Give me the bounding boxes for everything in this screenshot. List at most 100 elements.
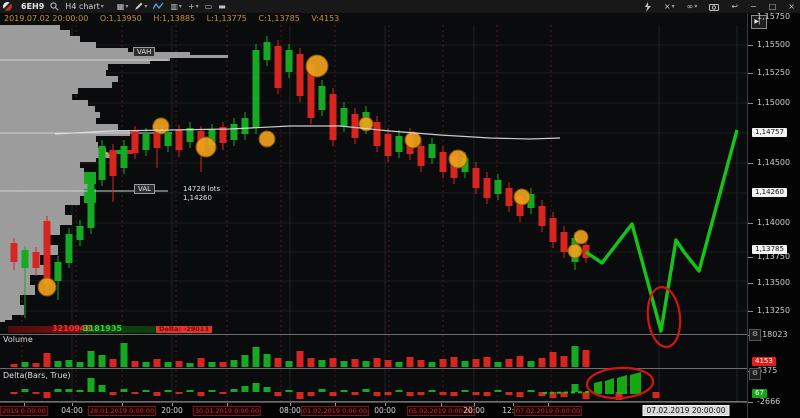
delta-bar: [253, 383, 260, 392]
pane-settings-gear-icon[interactable]: ⚙: [749, 329, 761, 341]
volume-bar: [308, 358, 315, 367]
volume-bar: [77, 362, 84, 367]
candle: [440, 152, 447, 172]
delta-bar: [506, 392, 513, 395]
candle: [88, 178, 95, 228]
volume-bar: [330, 358, 337, 367]
chart-window: 2019.07.02 20:00:00 O:1,13950 H:1,13885 …: [0, 13, 800, 418]
delta-bar: [242, 386, 249, 392]
volume-bar: [253, 347, 260, 367]
time-axis-label: 20:00: [161, 406, 183, 415]
volume-bar: [165, 362, 172, 367]
vah-label: VAH: [133, 47, 155, 57]
volume-bar: [319, 360, 326, 367]
value-badge: 67: [752, 389, 767, 398]
delta-bar: [264, 387, 271, 392]
delta-bar: [110, 392, 117, 395]
delta-summary-badge: Delta: -29013: [156, 326, 212, 333]
price-axis-label: 1,15000: [757, 98, 790, 107]
time-axis-label: 04:00: [61, 406, 83, 415]
drawn-delta-block[interactable]: [594, 381, 602, 394]
signal-bubble: [405, 132, 421, 148]
signal-bubble: [449, 150, 467, 168]
close-button[interactable]: ×: [788, 1, 795, 13]
volume-bar: [396, 362, 403, 367]
candle: [253, 50, 260, 128]
candle: [473, 168, 480, 188]
price-badge: 1,13785: [752, 245, 787, 254]
lightning-icon[interactable]: [644, 2, 652, 12]
delta-bar: [572, 384, 579, 392]
drawn-delta-block[interactable]: [617, 375, 627, 394]
app-logo-icon[interactable]: [3, 2, 12, 11]
price-axis-label: 1,15250: [757, 68, 790, 77]
maximize-button[interactable]: □: [769, 1, 777, 13]
time-axis[interactable]: 2019 0:00:0004:0028.01.2019 0:00:0020:00…: [0, 402, 747, 418]
volume-pane-label: Volume: [3, 335, 33, 344]
drawn-delta-block[interactable]: [630, 372, 641, 394]
camera-icon[interactable]: [709, 3, 719, 11]
indicator-button[interactable]: [153, 2, 164, 11]
candle: [231, 124, 238, 140]
signal-bubble: [568, 244, 582, 258]
link-button[interactable]: ∞▾: [687, 1, 698, 13]
signal-bubble: [196, 137, 216, 157]
time-axis-label: 00:00: [374, 406, 396, 415]
candle: [539, 206, 546, 226]
instrument-symbol[interactable]: 6EH9: [21, 1, 44, 13]
volume-bar: [495, 362, 502, 367]
delta-bar: [209, 390, 216, 392]
candle: [110, 150, 117, 176]
volume-bar: [176, 361, 183, 367]
cumulative-volume-strip: Delta: -29013 3210948 3181935: [8, 326, 228, 333]
candle: [22, 250, 29, 268]
delta-bar: [407, 392, 414, 396]
volume-bar: [341, 361, 348, 367]
price-axis[interactable]: ▶▏ 1,157501,155001,152501,150001,145001,…: [747, 13, 800, 418]
volume-bar: [88, 351, 95, 367]
volume-bar: [451, 357, 458, 367]
delta-bar: [517, 392, 524, 397]
volume-bar: [66, 360, 73, 367]
delta-bar: [132, 392, 139, 394]
candle: [583, 245, 590, 258]
rectangle-tool-icon[interactable]: ▭: [205, 1, 213, 13]
delta-bar: [11, 392, 18, 394]
time-axis-label: 2019 0:00:00: [0, 406, 48, 416]
delta-bar: [154, 392, 161, 396]
signal-bubble: [38, 278, 56, 296]
bar-low: L:1,13775: [207, 14, 247, 23]
val-label: VAL: [134, 184, 155, 194]
chart-canvas[interactable]: [0, 25, 747, 402]
delta-bar: [220, 392, 227, 394]
candle: [242, 118, 249, 134]
clear-drawings-button[interactable]: ×▾: [664, 1, 675, 13]
volume-bar: [231, 360, 238, 367]
volume-bar: [99, 355, 106, 367]
panel-layout-button[interactable]: ▦▾: [117, 1, 129, 13]
undo-icon[interactable]: ↩: [731, 1, 738, 13]
timeframe-button[interactable]: H4 chart▾: [65, 1, 103, 13]
ohlc-info-bar: 2019.07.02 20:00:00 O:1,13950 H:1,13885 …: [0, 13, 751, 25]
volume-bar: [11, 364, 18, 367]
volume-bar: [275, 358, 282, 367]
filled-rectangle-tool-icon[interactable]: ▬: [218, 1, 226, 13]
value-badge: 4153: [752, 357, 776, 366]
signal-bubble: [306, 55, 328, 77]
price-axis-label: 1,15750: [757, 12, 790, 21]
draw-pencil-button[interactable]: ▾: [134, 1, 147, 13]
bar-datetime: 2019.07.02 20:00:00: [4, 14, 88, 23]
volume-bar: [363, 361, 370, 367]
crosshair-button[interactable]: +▾: [188, 1, 199, 13]
minimize-button[interactable]: −: [750, 1, 757, 13]
volume-bar: [374, 358, 381, 367]
search-icon[interactable]: [50, 2, 59, 11]
toolbar-right-group: ×▾ ∞▾ ↩ − □ ×: [638, 1, 800, 13]
value-area-price: 1,14260: [183, 194, 220, 203]
volume-bar: [286, 361, 293, 367]
chevron-down-icon: ▾: [101, 1, 104, 13]
chart-type-button[interactable]: ▥▾: [170, 1, 182, 13]
pane-settings-gear-icon[interactable]: ⚙: [749, 368, 761, 380]
volume-bar: [572, 346, 579, 367]
price-axis-label: 1,15500: [757, 40, 790, 49]
